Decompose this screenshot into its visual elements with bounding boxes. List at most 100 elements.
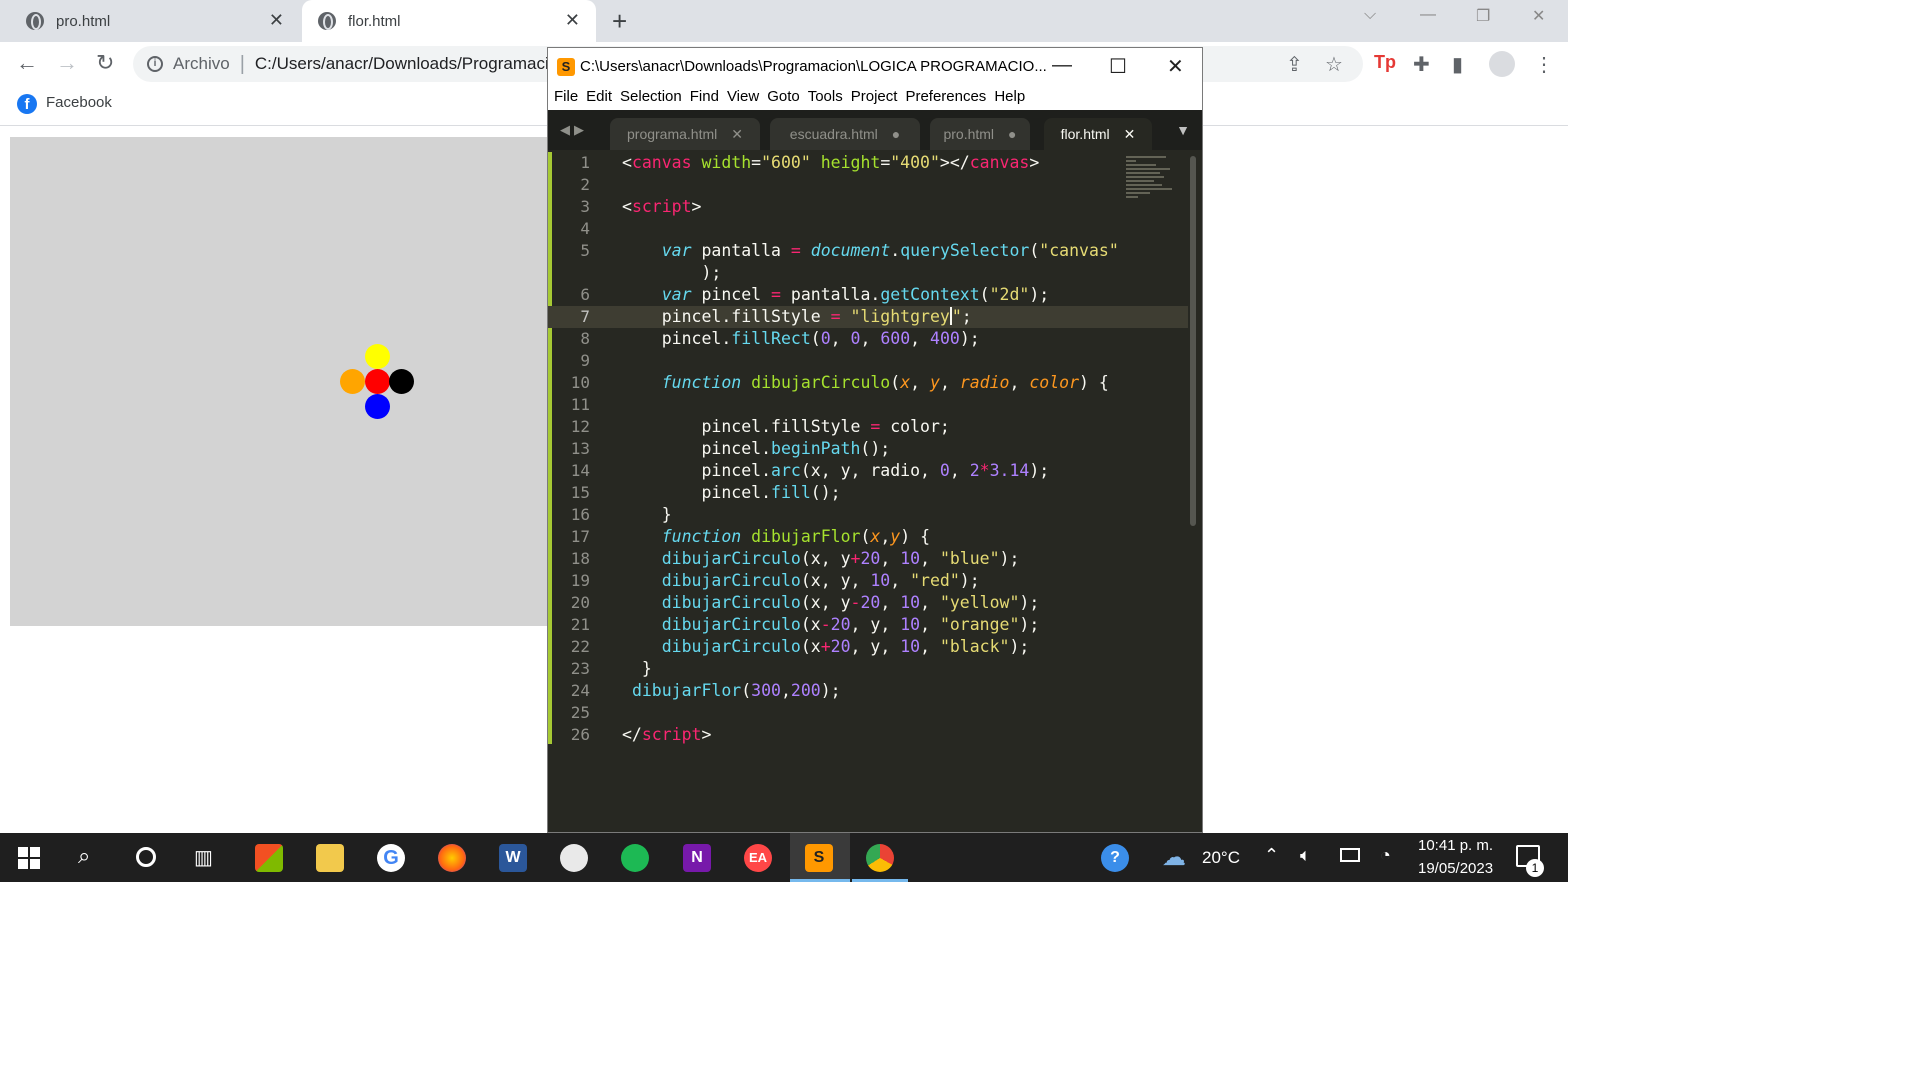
code-line: 2	[548, 174, 1188, 196]
tab-programa[interactable]: programa.html ✕	[610, 118, 760, 150]
close-icon[interactable]: ✕	[731, 126, 743, 143]
menu-help[interactable]: Help	[994, 86, 1025, 110]
menu-preferences[interactable]: Preferences	[905, 86, 986, 110]
code-line: 20 dibujarCirculo(x, y-20, 10, "yellow")…	[548, 592, 1188, 614]
open-indicator	[852, 879, 908, 882]
volume-icon[interactable]: 🔈︎	[1300, 845, 1311, 866]
snip-tool-icon[interactable]	[560, 844, 588, 872]
line-number: 15	[570, 483, 590, 502]
code-line-current: 7 pincel.fillStyle = "lightgrey ";	[548, 306, 1188, 328]
flower-petal-black	[389, 369, 414, 394]
tab-pro[interactable]: pro.html ●	[930, 118, 1030, 150]
code-line: 18 dibujarCirculo(x, y+20, 10, "blue");	[548, 548, 1188, 570]
task-view-icon[interactable]: ▥	[194, 845, 213, 870]
info-icon[interactable]: i	[147, 56, 163, 72]
browser-tab-flor[interactable]: flor.html ✕	[302, 0, 596, 42]
maximize-icon[interactable]: ☐	[1109, 54, 1127, 79]
menu-file[interactable]: File	[554, 86, 578, 110]
minimap[interactable]	[1126, 154, 1176, 214]
code-text: }	[622, 505, 672, 524]
firefox-icon[interactable]	[438, 844, 466, 872]
flower-petal-yellow	[365, 344, 390, 369]
tab-nav-arrows-icon[interactable]: ◀▶	[560, 122, 588, 138]
sublime-text-icon[interactable]: S	[805, 844, 833, 872]
more-menu-icon[interactable]: ⋮	[1534, 52, 1554, 77]
restore-icon[interactable]: ❐	[1476, 6, 1490, 26]
weather-icon[interactable]: ☁	[1162, 843, 1186, 872]
ea-app-icon[interactable]: EA	[744, 844, 772, 872]
wifi-icon[interactable]: ◔	[1380, 845, 1391, 866]
menu-selection[interactable]: Selection	[620, 86, 682, 110]
menu-view[interactable]: View	[727, 86, 759, 110]
code-line: 1 <canvas width="600" height="400"></canv…	[548, 152, 1188, 174]
line-number: 10	[570, 373, 590, 392]
menu-find[interactable]: Find	[690, 86, 719, 110]
menu-edit[interactable]: Edit	[586, 86, 612, 110]
editor-scrollbar[interactable]	[1190, 156, 1196, 526]
url-text[interactable]: C:/Users/anacr/Downloads/Programaci	[255, 54, 549, 74]
spotify-icon[interactable]	[621, 844, 649, 872]
share-icon[interactable]: ⇪	[1286, 52, 1303, 77]
word-icon[interactable]: W	[499, 844, 527, 872]
code-line: 22 dibujarCirculo(x+20, y, 10, "black");	[548, 636, 1188, 658]
search-icon[interactable]: ⌕	[78, 843, 90, 869]
code-text: pincel.arc(x, y, radio, 0, 2*3.14);	[622, 461, 1050, 480]
minimize-icon[interactable]: —	[1052, 54, 1072, 77]
notification-badge: 1	[1526, 859, 1544, 877]
editor-tab-bar: ◀▶ programa.html ✕ escuadra.html ● pro.h…	[548, 110, 1202, 150]
clock-date[interactable]: 19/05/2023	[1418, 860, 1493, 877]
chrome-icon[interactable]	[866, 844, 894, 872]
code-text: dibujarFlor(300,200);	[631, 681, 841, 700]
puzzle-icon[interactable]: ✚	[1413, 52, 1430, 77]
tab-escuadra[interactable]: escuadra.html ●	[770, 118, 920, 150]
side-panel-icon[interactable]: ▮	[1452, 52, 1463, 77]
file-explorer-icon[interactable]	[316, 844, 344, 872]
sublime-text-window: S C:\Users\anacr\Downloads\Programacion\…	[547, 47, 1203, 833]
star-icon[interactable]: ☆	[1325, 52, 1343, 77]
unsaved-dot-icon[interactable]: ●	[892, 126, 900, 142]
tab-dropdown-icon[interactable]: ▼	[1176, 122, 1190, 138]
browser-tab-pro[interactable]: pro.html ✕	[0, 0, 300, 42]
bookmark-facebook[interactable]: Facebook	[46, 94, 112, 111]
tab-label: escuadra.html	[789, 126, 878, 142]
onenote-icon[interactable]: N	[683, 844, 711, 872]
tab-flor[interactable]: flor.html ✕	[1044, 118, 1152, 150]
clock-time[interactable]: 10:41 p. m.	[1418, 837, 1493, 854]
line-number: 17	[570, 527, 590, 546]
close-icon[interactable]: ✕	[269, 10, 284, 31]
tab-search-icon[interactable]: ⌵	[1364, 6, 1376, 24]
cortana-icon[interactable]	[136, 847, 156, 867]
back-icon[interactable]: ←	[16, 50, 38, 76]
line-number: 25	[570, 703, 590, 722]
microsoft-store-icon[interactable]	[255, 844, 283, 872]
code-text: pincel.fillStyle = color;	[622, 417, 950, 436]
new-tab-button[interactable]: +	[612, 6, 627, 37]
battery-icon[interactable]	[1340, 848, 1360, 862]
code-text: dibujarCirculo(x+20, y, 10, "black");	[661, 637, 1030, 656]
close-icon[interactable]: ✕	[1124, 126, 1136, 143]
line-number: 12	[570, 417, 590, 436]
line-number: 21	[570, 615, 590, 634]
unsaved-dot-icon[interactable]: ●	[1008, 126, 1016, 142]
menu-project[interactable]: Project	[851, 86, 898, 110]
menu-goto[interactable]: Goto	[767, 86, 800, 110]
code-line: 21 dibujarCirculo(x-20, y, 10, "orange")…	[548, 614, 1188, 636]
chevron-up-icon[interactable]: ⌃	[1264, 845, 1279, 866]
minimize-icon[interactable]: —	[1420, 6, 1436, 24]
code-editor[interactable]: 1 <canvas width="600" height="400"></canv…	[548, 150, 1202, 832]
code-text: <script>	[622, 197, 702, 216]
forward-icon[interactable]: →	[56, 50, 78, 76]
google-icon[interactable]: G	[377, 844, 405, 872]
close-icon[interactable]: ✕	[1167, 54, 1184, 79]
extension-tp-icon[interactable]: Tp	[1374, 52, 1396, 73]
reload-icon[interactable]: ↻	[96, 50, 114, 76]
tab-label: pro.html	[943, 126, 995, 142]
close-icon[interactable]: ✕	[565, 10, 580, 31]
weather-temperature[interactable]: 20°C	[1202, 848, 1240, 868]
menu-tools[interactable]: Tools	[808, 86, 843, 110]
profile-avatar-icon[interactable]	[1489, 51, 1515, 77]
line-number: 2	[580, 175, 590, 194]
close-window-icon[interactable]: ✕	[1532, 6, 1545, 26]
windows-start-icon[interactable]	[18, 847, 40, 869]
help-icon[interactable]: ?	[1101, 844, 1129, 872]
